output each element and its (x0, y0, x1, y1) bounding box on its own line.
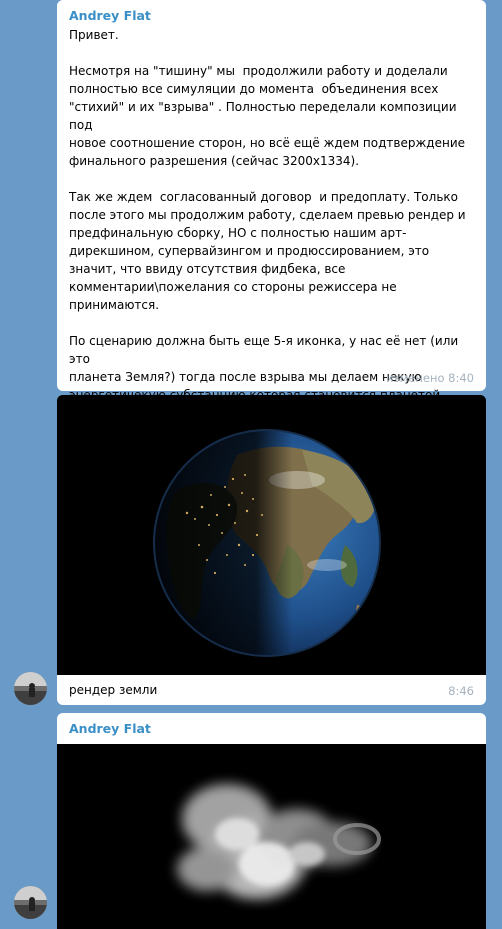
smoke-render-image[interactable] (57, 744, 486, 929)
message-sender[interactable]: Andrey Flat (69, 8, 474, 24)
avatar-image (14, 886, 47, 919)
message-time: 8:46 (448, 684, 474, 698)
avatar[interactable] (14, 672, 47, 705)
caption-text: рендер земли (69, 683, 158, 697)
earth-image-graphic (57, 395, 486, 675)
message-sender[interactable]: Andrey Flat (57, 713, 486, 737)
message-bubble-2[interactable]: Andrey Flat (57, 713, 486, 929)
smoke-image-graphic (57, 744, 486, 929)
image-caption: рендер земли 8:46 (57, 675, 486, 705)
message-edited-time: изменено 8:40 (386, 371, 474, 385)
earth-render-image[interactable] (57, 395, 486, 675)
message-bubble-1[interactable]: Andrey Flat Привет. Несмотря на "тишину"… (57, 0, 486, 438)
avatar[interactable] (14, 886, 47, 919)
avatar-image (14, 672, 47, 705)
